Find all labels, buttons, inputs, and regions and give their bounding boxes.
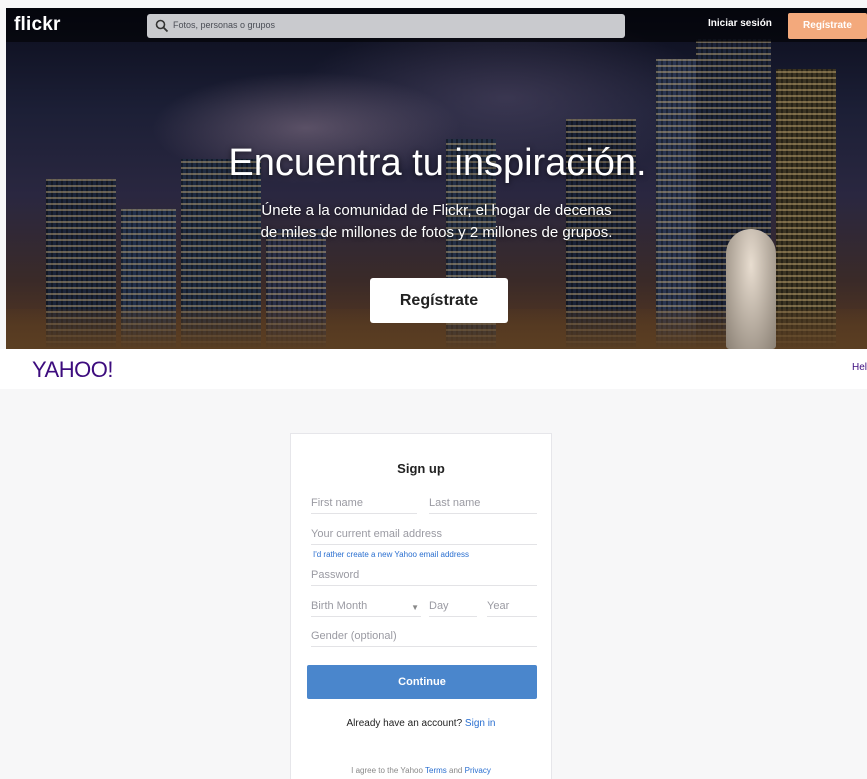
create-yahoo-email-link[interactable]: I'd rather create a new Yahoo email addr… [313, 550, 469, 559]
first-name-field[interactable]: First name [311, 494, 417, 514]
terms-and: and [449, 766, 463, 775]
already-account: Already have an account? Sign in [291, 718, 551, 729]
continue-button[interactable]: Continue [307, 665, 537, 699]
signup-card: Sign up First name Last name Your curren… [290, 433, 552, 779]
search-icon [155, 19, 169, 33]
search-placeholder: Fotos, personas o grupos [173, 20, 276, 30]
birth-month-select[interactable]: Birth Month ▼ [311, 597, 421, 617]
hero-subtitle-line: Únete a la comunidad de Flickr, el hogar… [261, 202, 612, 219]
year-field[interactable]: Year [487, 597, 537, 617]
hero-subtitle: Únete a la comunidad de Flickr, el hogar… [6, 200, 867, 244]
privacy-link[interactable]: Privacy [465, 766, 491, 775]
help-link[interactable]: Hel [852, 362, 867, 373]
email-field[interactable]: Your current email address [311, 525, 537, 545]
flickr-hero: flickr Fotos, personas o grupos Iniciar … [6, 8, 867, 349]
birth-month-label: Birth Month [311, 600, 368, 612]
search-input[interactable]: Fotos, personas o grupos [147, 14, 625, 38]
terms-prefix: I agree to the Yahoo [351, 766, 423, 775]
dropdown-caret-icon: ▼ [411, 603, 419, 612]
terms-line: I agree to the Yahoo Terms and Privacy [291, 766, 551, 775]
terms-link[interactable]: Terms [425, 766, 447, 775]
password-field[interactable]: Password [311, 566, 537, 586]
last-name-field[interactable]: Last name [429, 494, 537, 514]
signup-button-top[interactable]: Regístrate [788, 13, 867, 39]
hero-signup-button[interactable]: Regístrate [370, 278, 508, 323]
signup-title: Sign up [397, 461, 445, 476]
sign-in-link[interactable]: Sign in [465, 718, 496, 729]
login-link[interactable]: Iniciar sesión [708, 18, 772, 29]
yahoo-header: YAHOO! Hel [0, 349, 867, 389]
hero-title: Encuentra tu inspiración. [228, 142, 647, 184]
flickr-logo[interactable]: flickr [14, 14, 61, 36]
day-field[interactable]: Day [429, 597, 477, 617]
gender-field[interactable]: Gender (optional) [311, 627, 537, 647]
merlion-statue [726, 229, 776, 349]
yahoo-logo[interactable]: YAHOO! [32, 357, 113, 383]
already-text: Already have an account? [346, 718, 463, 729]
hero-subtitle-line: de miles de millones de fotos y 2 millon… [260, 224, 613, 241]
